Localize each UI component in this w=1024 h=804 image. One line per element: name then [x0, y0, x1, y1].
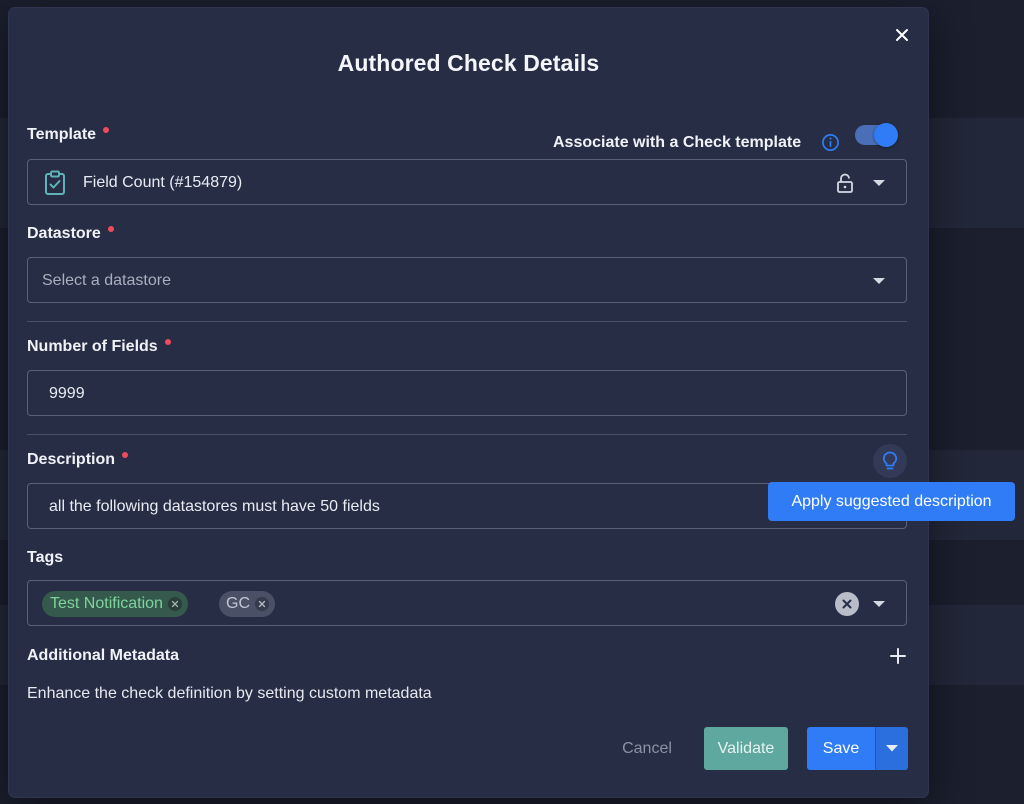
- description-label: Description: [27, 451, 129, 469]
- required-indicator: [122, 452, 129, 458]
- suggested-description-tooltip: Apply suggested description: [768, 482, 1015, 521]
- required-indicator: [164, 339, 171, 345]
- template-value: Field Count (#154879): [83, 174, 243, 191]
- tag-chip-gc[interactable]: GC: [219, 591, 275, 617]
- clipboard-check-icon: [45, 170, 65, 195]
- template-label-text: Template: [27, 126, 97, 143]
- chevron-down-icon: [886, 745, 898, 752]
- tag-label: Test Notification: [50, 595, 163, 612]
- close-icon: [171, 600, 179, 608]
- toggle-knob: [874, 123, 898, 147]
- section-divider: [27, 321, 907, 322]
- lightbulb-icon: [882, 451, 898, 470]
- datastore-placeholder: Select a datastore: [42, 272, 171, 289]
- tag-chip-test-notification[interactable]: Test Notification: [42, 591, 188, 617]
- description-value: all the following datastores must have 5…: [49, 498, 380, 515]
- additional-metadata-description: Enhance the check definition by setting …: [27, 685, 432, 702]
- clear-tags-button[interactable]: [835, 592, 859, 616]
- number-of-fields-label: Number of Fields: [27, 338, 171, 356]
- datastore-select[interactable]: Select a datastore: [27, 257, 907, 303]
- chevron-down-icon[interactable]: [873, 180, 885, 186]
- datastore-label-text: Datastore: [27, 225, 101, 242]
- authored-check-dialog: Authored Check Details Template Associat…: [9, 8, 928, 797]
- suggest-description-button[interactable]: [873, 444, 907, 478]
- associate-template-toggle[interactable]: [855, 123, 898, 147]
- dialog-title: Authored Check Details: [337, 50, 600, 76]
- save-button[interactable]: Save: [807, 727, 875, 770]
- remove-tag-button[interactable]: [167, 597, 182, 611]
- required-indicator: [103, 127, 110, 133]
- tag-label: GC: [226, 595, 250, 612]
- chevron-down-icon[interactable]: [873, 601, 885, 607]
- chevron-down-icon[interactable]: [873, 278, 885, 284]
- close-icon: [896, 29, 908, 41]
- template-label: Template: [27, 126, 110, 144]
- validate-button[interactable]: Validate: [704, 727, 788, 770]
- unlock-icon[interactable]: [836, 173, 854, 193]
- number-of-fields-value: 9999: [49, 385, 85, 402]
- number-of-fields-input[interactable]: 9999: [27, 370, 907, 416]
- cancel-button[interactable]: Cancel: [607, 727, 687, 770]
- save-options-button[interactable]: [875, 727, 908, 770]
- number-of-fields-label-text: Number of Fields: [27, 338, 158, 355]
- close-button[interactable]: [891, 24, 913, 46]
- info-icon[interactable]: [821, 133, 840, 152]
- remove-tag-button[interactable]: [255, 597, 269, 611]
- tags-label: Tags: [27, 549, 64, 566]
- associate-template-label: Associate with a Check template: [553, 134, 802, 151]
- required-indicator: [107, 226, 114, 232]
- add-metadata-button[interactable]: [888, 646, 908, 666]
- close-icon: [842, 599, 852, 609]
- tags-select[interactable]: Test Notification GC: [27, 580, 907, 626]
- additional-metadata-label: Additional Metadata: [27, 647, 180, 664]
- close-icon: [258, 600, 266, 608]
- section-divider: [27, 434, 907, 435]
- description-label-text: Description: [27, 451, 116, 468]
- template-select[interactable]: Field Count (#154879): [27, 159, 907, 205]
- datastore-label: Datastore: [27, 225, 114, 243]
